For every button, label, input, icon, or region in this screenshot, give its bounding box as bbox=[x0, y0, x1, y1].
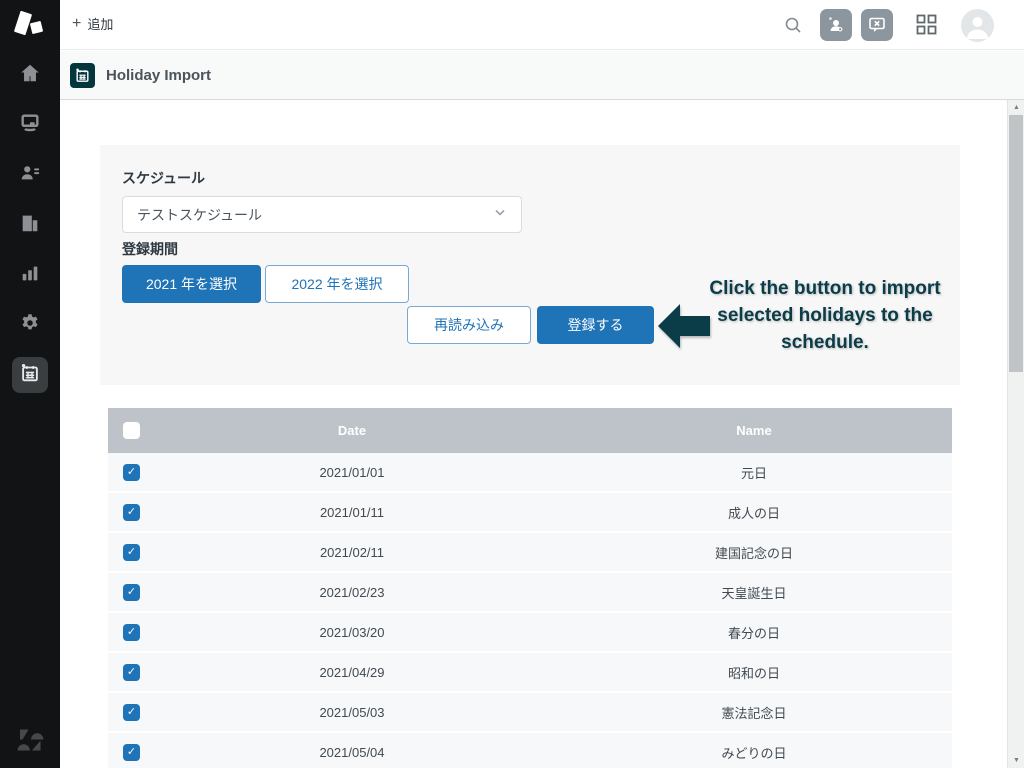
sidebar-item-settings[interactable] bbox=[12, 307, 48, 343]
table-body: ✓ 2021/01/01 元日 ✓ 2021/01/11 成人の日 ✓ 2021… bbox=[108, 453, 952, 768]
product-logo bbox=[14, 10, 46, 40]
table-row: ✓ 2021/02/23 天皇誕生日 bbox=[108, 573, 952, 613]
row-checkbox[interactable]: ✓ bbox=[123, 664, 140, 681]
sidebar-item-customers[interactable] bbox=[12, 157, 48, 193]
table-header-row: Date Name bbox=[108, 408, 952, 453]
row-checkbox[interactable]: ✓ bbox=[123, 464, 140, 481]
name-cell: 建国記念の日 bbox=[556, 543, 952, 562]
scrollbar-thumb[interactable] bbox=[1009, 115, 1023, 372]
row-checkbox[interactable]: ✓ bbox=[123, 744, 140, 761]
name-cell: 昭和の日 bbox=[556, 663, 952, 682]
name-cell: 憲法記念日 bbox=[556, 703, 952, 722]
annotation-left-arrow-icon bbox=[658, 304, 710, 353]
chat-dismiss-icon[interactable] bbox=[861, 9, 893, 41]
name-column-header: Name bbox=[556, 423, 952, 438]
import-form-panel: スケジュール テストスケジュール 登録期間 2021 年を選択 2022 年を選… bbox=[100, 145, 960, 385]
organizations-icon bbox=[19, 212, 41, 239]
page-title: Holiday Import bbox=[106, 67, 211, 84]
row-checkbox[interactable]: ✓ bbox=[123, 584, 140, 601]
date-cell: 2021/04/29 bbox=[148, 665, 556, 680]
annotation-text: Click the button to import selected holi… bbox=[708, 275, 942, 356]
sidebar-item-organizations[interactable] bbox=[12, 207, 48, 243]
date-cell: 2021/02/11 bbox=[148, 545, 556, 560]
date-cell: 2021/01/11 bbox=[148, 505, 556, 520]
views-icon bbox=[19, 112, 41, 139]
add-button-label: 追加 bbox=[87, 14, 113, 33]
table-row: ✓ 2021/01/11 成人の日 bbox=[108, 493, 952, 533]
chevron-down-icon bbox=[493, 205, 507, 224]
zendesk-logo bbox=[16, 726, 44, 754]
sidebar-item-holiday-import[interactable] bbox=[12, 357, 48, 393]
table-row: ✓ 2021/04/29 昭和の日 bbox=[108, 653, 952, 693]
holiday-import-app-icon bbox=[70, 63, 95, 88]
schedule-label: スケジュール bbox=[122, 168, 205, 188]
sidebar-item-home[interactable] bbox=[12, 57, 48, 93]
row-checkbox[interactable]: ✓ bbox=[123, 544, 140, 561]
user-badge-icon[interactable] bbox=[820, 9, 852, 41]
sidebar bbox=[0, 0, 60, 768]
table-row: ✓ 2021/05/04 みどりの日 bbox=[108, 733, 952, 768]
name-cell: みどりの日 bbox=[556, 743, 952, 762]
vertical-scrollbar[interactable]: ▲ ▼ bbox=[1007, 100, 1024, 768]
plus-icon: + bbox=[72, 16, 81, 32]
holiday-table: Date Name ✓ 2021/01/01 元日 ✓ 2021/01/11 成… bbox=[108, 408, 952, 768]
calendar-gear-icon bbox=[19, 362, 41, 389]
top-bar: + 追加 bbox=[60, 0, 1024, 50]
main-content: スケジュール テストスケジュール 登録期間 2021 年を選択 2022 年を選… bbox=[60, 100, 1007, 768]
schedule-select[interactable]: テストスケジュール bbox=[122, 196, 522, 233]
reload-button[interactable]: 再読み込み bbox=[407, 306, 531, 344]
home-icon bbox=[19, 62, 41, 89]
select-2021-button[interactable]: 2021 年を選択 bbox=[122, 265, 261, 303]
date-cell: 2021/01/01 bbox=[148, 465, 556, 480]
table-row: ✓ 2021/05/03 憲法記念日 bbox=[108, 693, 952, 733]
date-cell: 2021/02/23 bbox=[148, 585, 556, 600]
reporting-icon bbox=[19, 262, 41, 289]
scrollbar-up-arrow[interactable]: ▲ bbox=[1008, 100, 1024, 115]
name-cell: 成人の日 bbox=[556, 503, 952, 522]
customers-icon bbox=[19, 162, 41, 189]
date-column-header: Date bbox=[148, 423, 556, 438]
row-checkbox[interactable]: ✓ bbox=[123, 504, 140, 521]
row-checkbox[interactable]: ✓ bbox=[123, 704, 140, 721]
name-cell: 元日 bbox=[556, 463, 952, 482]
table-row: ✓ 2021/02/11 建国記念の日 bbox=[108, 533, 952, 573]
page-header: Holiday Import bbox=[60, 51, 1024, 100]
app-grid-icon[interactable] bbox=[916, 14, 937, 40]
row-checkbox[interactable]: ✓ bbox=[123, 624, 140, 641]
add-button[interactable]: + 追加 bbox=[72, 14, 113, 33]
select-all-checkbox[interactable] bbox=[123, 422, 140, 439]
name-cell: 春分の日 bbox=[556, 623, 952, 642]
avatar[interactable] bbox=[961, 9, 994, 42]
scrollbar-down-arrow[interactable]: ▼ bbox=[1008, 753, 1024, 768]
period-label: 登録期間 bbox=[122, 239, 178, 259]
register-button[interactable]: 登録する bbox=[537, 306, 654, 344]
sidebar-item-reporting[interactable] bbox=[12, 257, 48, 293]
search-icon[interactable] bbox=[784, 16, 802, 39]
select-2022-button[interactable]: 2022 年を選択 bbox=[265, 265, 409, 303]
sidebar-item-views[interactable] bbox=[12, 107, 48, 143]
gear-icon bbox=[19, 312, 41, 339]
schedule-select-value: テストスケジュール bbox=[137, 205, 493, 225]
table-row: ✓ 2021/01/01 元日 bbox=[108, 453, 952, 493]
date-cell: 2021/03/20 bbox=[148, 625, 556, 640]
table-row: ✓ 2021/03/20 春分の日 bbox=[108, 613, 952, 653]
holiday-import-app: + 追加 Holiday Import スケジュール テスト bbox=[0, 0, 1024, 768]
name-cell: 天皇誕生日 bbox=[556, 583, 952, 602]
date-cell: 2021/05/04 bbox=[148, 745, 556, 760]
date-cell: 2021/05/03 bbox=[148, 705, 556, 720]
